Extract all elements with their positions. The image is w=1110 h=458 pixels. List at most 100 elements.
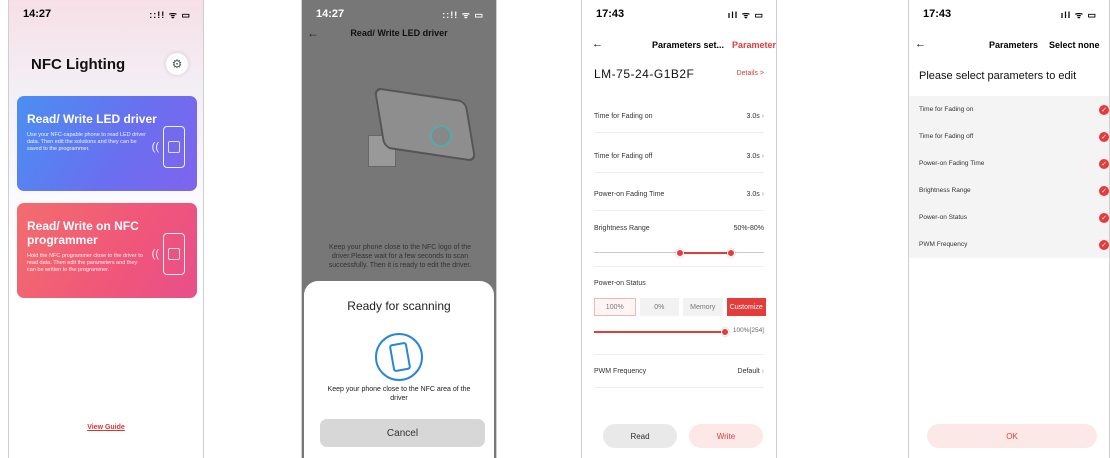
check-icon[interactable]: ✓ (1099, 159, 1109, 169)
row-power-on-fading[interactable]: Power-on Fading Time 3.0s (594, 178, 764, 211)
select-none-button[interactable]: Select none (1049, 40, 1100, 50)
card-title: Read/ Write on NFC programmer (27, 219, 139, 247)
row-fading-off[interactable]: Time for Fading off 3.0s (594, 140, 764, 173)
card-title: Read/ Write LED driver (27, 112, 157, 126)
status-time: 17:43 (596, 8, 625, 20)
status-icons: ıll ᯤ ▭ (1060, 9, 1097, 20)
view-guide-link[interactable]: View Guide (9, 424, 203, 431)
page-title: NFC Lighting (31, 56, 126, 73)
details-link[interactable]: Details > (737, 70, 764, 77)
read-write-led-driver-card[interactable]: Read/ Write LED driver Use your NFC-capa… (17, 96, 197, 191)
parameter-list: Time for Fading on ✓ Time for Fading off ✓… (909, 96, 1109, 258)
slider-high-knob[interactable] (727, 249, 735, 257)
back-arrow-icon[interactable]: ← (915, 38, 926, 50)
parameters-screen: 17:43 ıll ᯤ ▭ ← Parameters set... Parame… (581, 0, 777, 458)
check-icon[interactable]: ✓ (1099, 240, 1109, 250)
status-icons: ::!! ᯤ ▭ (442, 9, 484, 20)
card-description: Use your NFC-capable phone to read LED d… (27, 132, 146, 152)
item-label: Time for Fading on (919, 106, 974, 113)
phone-icon (163, 126, 185, 168)
tab-parameters[interactable]: Parameters (732, 40, 776, 50)
read-write-nfc-programmer-card[interactable]: Read/ Write on NFC programmer Hold the N… (17, 203, 197, 298)
read-button[interactable]: Read (603, 424, 677, 448)
back-arrow-icon[interactable]: ← (592, 38, 603, 50)
cancel-button[interactable]: Cancel (320, 419, 485, 447)
power-on-slider-value: 100%[254] (732, 327, 764, 334)
nav-title: Parameters set... (652, 40, 725, 50)
page-title: Read/ Write LED driver (350, 28, 448, 38)
row-value: 50%-80% (733, 224, 764, 232)
scan-screen: 14:27 ::!! ᯤ ▭ ← Read/ Write LED driver … (301, 0, 497, 458)
status-time: 17:43 (923, 8, 952, 20)
list-item[interactable]: PWM Frequency ✓ (909, 231, 1109, 258)
item-label: PWM Frequency (919, 241, 968, 248)
row-value: Default (738, 368, 764, 375)
scan-sheet: Ready for scanning Keep your phone close… (304, 281, 494, 458)
item-label: Time for Fading off (919, 133, 974, 140)
card-description: Hold the NFC programmer close to the dri… (27, 253, 143, 273)
row-brightness: Brightness Range 50%-80% (594, 212, 764, 244)
option-memory[interactable]: Memory (683, 298, 723, 316)
option-customize[interactable]: Customize (726, 298, 766, 316)
status-time: 14:27 (23, 8, 52, 20)
model-name: LM-75-24-G1B2F (594, 67, 695, 81)
phone-scan-icon (375, 333, 423, 381)
slider-knob[interactable] (721, 328, 729, 336)
home-screen: 14:27 ::!! ᯤ ▭ NFC Lighting ⚙ Read/ Writ… (8, 0, 204, 458)
slider-fill (679, 251, 730, 254)
ok-button[interactable]: OK (927, 424, 1097, 448)
brightness-slider[interactable] (594, 249, 764, 257)
power-on-options: 100% 0% Memory Customize (594, 298, 766, 316)
row-value: 3.0s (746, 191, 764, 198)
prompt-title: Please select parameters to edit (919, 70, 1077, 82)
row-value: 3.0s (746, 113, 764, 120)
nav-title: Parameters (989, 40, 1039, 50)
item-label: Brightness Range (919, 187, 971, 194)
list-item[interactable]: Power-on Status ✓ (909, 204, 1109, 231)
slider-low-knob[interactable] (676, 249, 684, 257)
row-fading-on[interactable]: Time for Fading on 3.0s (594, 100, 764, 133)
nfc-wave-icon: (( (151, 248, 159, 260)
row-pwm[interactable]: PWM Frequency Default (594, 354, 764, 388)
status-bar: 14:27 ::!! ᯤ ▭ (9, 0, 203, 28)
status-icons: ::!! ᯤ ▭ (149, 9, 191, 20)
status-icons: ıll ᯤ ▭ (727, 9, 764, 20)
sheet-title: Ready for scanning (347, 299, 451, 313)
option-0[interactable]: 0% (639, 298, 679, 316)
status-bar: 17:43 ıll ᯤ ▭ (909, 0, 1109, 28)
programmer-icon (163, 233, 185, 275)
select-parameters-screen: 17:43 ıll ᯤ ▭ ← Parameters Select none P… (908, 0, 1110, 458)
row-label: Time for Fading off (594, 152, 653, 160)
option-100[interactable]: 100% (594, 298, 636, 316)
status-bar: 17:43 ıll ᯤ ▭ (582, 0, 776, 28)
action-bar: Read Write (603, 424, 763, 448)
item-label: Power-on Fading Time (919, 160, 985, 167)
sheet-message: Keep your phone close to the NFC area of… (327, 386, 471, 402)
row-label: Brightness Range (594, 224, 650, 232)
status-bar: 14:27 ::!! ᯤ ▭ (302, 0, 496, 28)
list-item[interactable]: Brightness Range ✓ (909, 177, 1109, 204)
row-value: 3.0s (746, 153, 764, 160)
gear-icon[interactable]: ⚙ (166, 53, 188, 75)
driver-illustration (368, 80, 478, 170)
check-icon[interactable]: ✓ (1099, 105, 1109, 115)
nfc-logo-icon (430, 125, 452, 147)
row-label: PWM Frequency (594, 367, 647, 375)
write-button[interactable]: Write (689, 424, 763, 448)
power-on-slider[interactable] (594, 328, 729, 336)
check-icon[interactable]: ✓ (1099, 186, 1109, 196)
slider-fill (594, 330, 724, 333)
nfc-wave-icon: (( (151, 141, 159, 153)
list-item[interactable]: Power-on Fading Time ✓ (909, 150, 1109, 177)
item-label: Power-on Status (919, 214, 968, 221)
status-time: 14:27 (316, 8, 345, 20)
row-label: Power-on Status (594, 279, 646, 287)
list-item[interactable]: Time for Fading on ✓ (909, 96, 1109, 123)
row-label: Time for Fading on (594, 112, 653, 120)
row-label: Power-on Fading Time (594, 190, 665, 198)
check-icon[interactable]: ✓ (1099, 132, 1109, 142)
list-item[interactable]: Time for Fading off ✓ (909, 123, 1109, 150)
row-power-on-status: Power-on Status (594, 266, 764, 299)
scan-instructions: Keep your phone close to the NFC logo of… (328, 244, 472, 269)
check-icon[interactable]: ✓ (1099, 213, 1109, 223)
